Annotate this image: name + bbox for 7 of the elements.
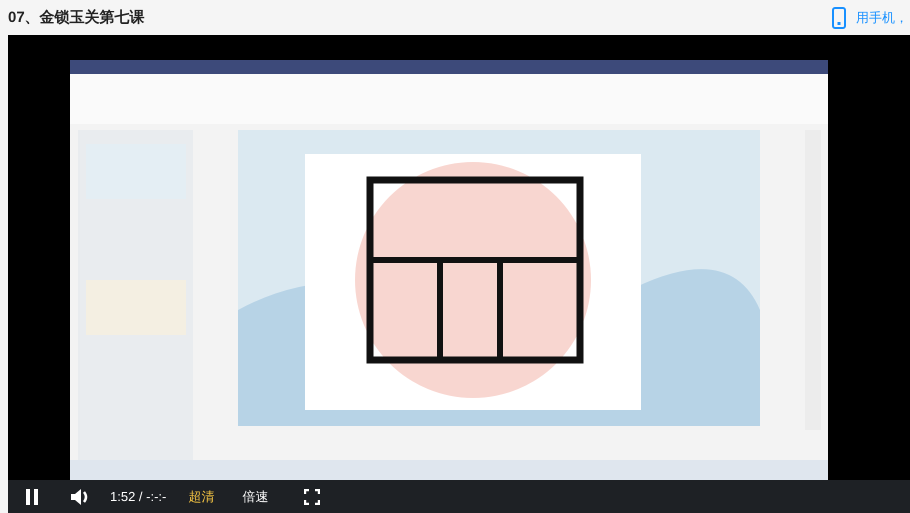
quality-button[interactable]: 超清 [188, 488, 214, 506]
pause-button[interactable] [24, 488, 40, 506]
speed-button[interactable]: 倍速 [242, 488, 268, 506]
playback-time: 1:52 / -:-:- [110, 489, 166, 504]
phone-icon[interactable] [832, 6, 846, 28]
fullscreen-icon[interactable] [304, 488, 320, 504]
lesson-title: 07、金锁玉关第七课 [8, 8, 145, 27]
